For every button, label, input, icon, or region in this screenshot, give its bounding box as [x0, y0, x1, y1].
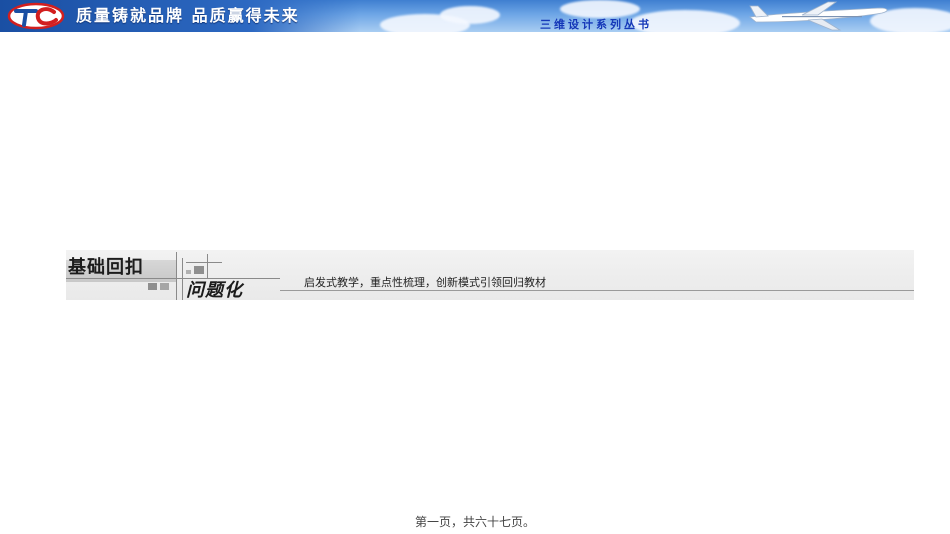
series-name: 三维设计系列丛书 — [540, 18, 652, 31]
section-subtitle: 启发式教学，重点性梳理，创新模式引领回归教材 — [304, 276, 546, 289]
slogan-text: 质量铸就品牌 品质赢得未来 — [76, 6, 300, 25]
airplane-icon — [749, 1, 888, 31]
decor-horizontal-line — [186, 262, 222, 263]
tc-logo-icon — [7, 2, 65, 30]
header-banner: 质量铸就品牌 品质赢得未来 三维设计系列丛书 — [0, 0, 950, 32]
page-footer: 第一页，共六十七页。 — [414, 515, 535, 529]
subtitle-underline — [280, 290, 914, 291]
decor-square — [160, 283, 169, 290]
decor-vertical-line — [176, 252, 177, 300]
decor-vertical-line — [207, 254, 208, 278]
section-title-line2: 问题化 — [186, 280, 243, 301]
decor-square — [148, 283, 157, 290]
cloud-decoration — [560, 0, 640, 18]
decor-vertical-line — [182, 258, 183, 300]
cloud-decoration — [440, 6, 500, 24]
section-title-line1: 基础回扣 — [68, 257, 144, 278]
decor-square — [186, 270, 191, 274]
decor-square — [194, 266, 204, 274]
